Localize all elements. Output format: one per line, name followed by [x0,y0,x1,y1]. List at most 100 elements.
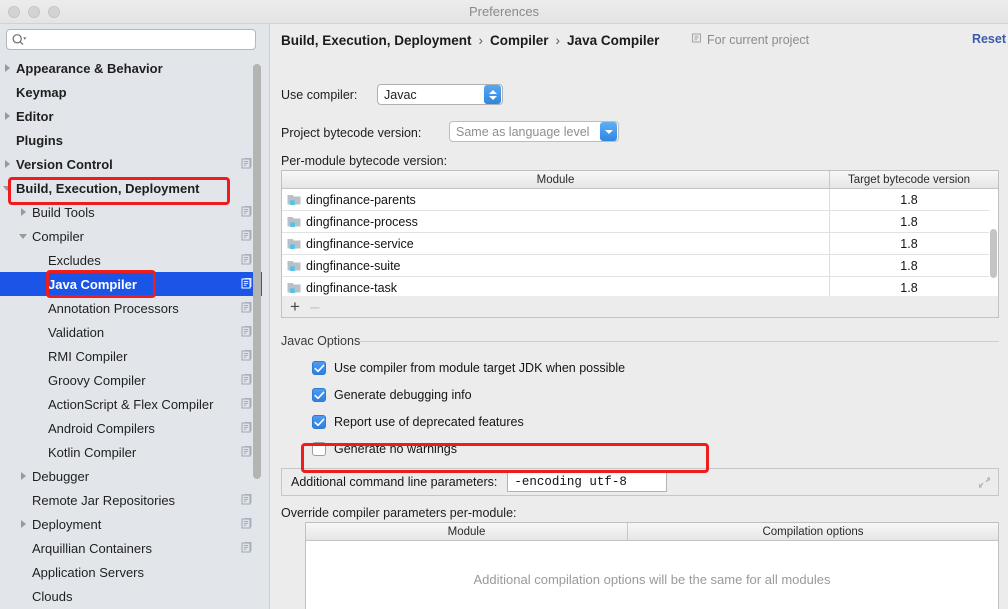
sidebar-item-excludes[interactable]: Excludes [0,248,262,272]
sidebar-item-label: Application Servers [32,564,144,580]
sidebar-item-label: Clouds [32,588,73,604]
target-bytecode-version-cell[interactable]: 1.8 [830,189,988,210]
sidebar-item-plugins[interactable]: Plugins [0,128,262,152]
use-compiler-value: Javac [384,87,417,102]
search-field-wrapper [6,29,256,50]
module-name: dingfinance-process [306,214,418,229]
module-cell: dingfinance-task [282,277,830,298]
module-table-toolbar: + – [281,296,999,318]
per-module-table-header: Module Target bytecode version [282,171,998,189]
sidebar-item-label: Compiler [32,228,85,244]
table-row[interactable]: dingfinance-process 1.8 [282,211,998,233]
module-cell: dingfinance-suite [282,255,830,276]
checkbox-unchecked-icon[interactable] [312,442,326,456]
column-header-target-bytecode-version[interactable]: Target bytecode version [830,171,988,188]
sidebar-item-build-tools[interactable]: Build Tools [0,200,262,224]
sidebar-item-groovy-compiler[interactable]: Groovy Compiler [0,368,262,392]
use-compiler-stepper-icon[interactable] [484,85,501,104]
expand-icon[interactable] [978,476,991,489]
chevron-right-icon[interactable] [17,470,29,482]
sidebar-item-annotation-processors[interactable]: Annotation Processors [0,296,262,320]
sidebar-item-editor[interactable]: Editor [0,104,262,128]
sidebar-item-clouds[interactable]: Clouds [0,584,262,608]
sidebar-item-java-compiler[interactable]: Java Compiler [0,272,262,296]
sidebar-item-label: Appearance & Behavior [16,60,163,76]
project-bytecode-value: Same as language level [456,124,590,139]
per-module-table-body: dingfinance-parents 1.8 dingfinance-proces… [282,189,998,299]
module-icon [287,237,301,250]
sidebar-item-rmi-compiler[interactable]: RMI Compiler [0,344,262,368]
use-compiler-dropdown[interactable]: Javac [377,84,503,105]
sidebar-item-version-control[interactable]: Version Control [0,152,262,176]
table-row[interactable]: dingfinance-suite 1.8 [282,255,998,277]
sidebar-item-label: Validation [48,324,105,340]
target-bytecode-version-cell[interactable]: 1.8 [830,255,988,276]
table-row[interactable]: dingfinance-parents 1.8 [282,189,998,211]
search-input[interactable] [27,31,247,48]
sidebar-item-deployment[interactable]: Deployment [0,512,262,536]
project-bytecode-chevron-down-icon[interactable] [600,122,617,141]
sidebar-item-compiler[interactable]: Compiler [0,224,262,248]
module-table-scrollbar[interactable] [989,189,998,296]
override-table-empty-text: Additional compilation options will be t… [473,571,831,587]
sidebar-item-keymap[interactable]: Keymap [0,80,262,104]
chevron-down-icon[interactable] [1,182,13,194]
chevron-right-icon[interactable] [17,206,29,218]
checkbox-row[interactable]: Report use of deprecated features [312,415,524,429]
sidebar-item-label: Editor [16,108,54,124]
sidebar-item-label: Build, Execution, Deployment [16,180,200,196]
additional-params-input[interactable] [507,472,668,492]
project-scope-indicator: For current project [691,32,809,47]
sidebar-item-validation[interactable]: Validation [0,320,262,344]
chevron-right-icon[interactable] [1,62,13,74]
additional-params-label: Additional command line parameters: [291,475,498,489]
chevron-down-icon[interactable] [17,230,29,242]
checkbox-row[interactable]: Generate debugging info [312,388,472,402]
target-bytecode-version-cell[interactable]: 1.8 [830,211,988,232]
chevron-right-icon[interactable] [1,110,13,122]
breadcrumb-crumb[interactable]: Compiler [490,33,549,48]
sidebar-item-label: Debugger [32,468,90,484]
search-box[interactable] [6,29,256,50]
module-table-scrollbar-thumb[interactable] [990,229,997,278]
sidebar-item-application-servers[interactable]: Application Servers [0,560,262,584]
sidebar-item-label: Version Control [16,156,113,172]
column-header-override-module[interactable]: Module [306,523,628,540]
checkbox-row[interactable]: Use compiler from module target JDK when… [312,361,625,375]
sidebar-item-actionscript-flex-compiler[interactable]: ActionScript & Flex Compiler [0,392,262,416]
sidebar-item-label: Build Tools [32,204,95,220]
sidebar-item-remote-jar-repositories[interactable]: Remote Jar Repositories [0,488,262,512]
chevron-right-icon[interactable] [17,518,29,530]
sidebar-item-label: Android Compilers [48,420,155,436]
checkbox-row[interactable]: Generate no warnings [312,442,457,456]
add-module-button[interactable]: + [290,298,300,315]
sidebar-item-kotlin-compiler[interactable]: Kotlin Compiler [0,440,262,464]
target-bytecode-version-cell[interactable]: 1.8 [830,233,988,254]
breadcrumb-crumb[interactable]: Java Compiler [567,33,659,48]
sidebar-item-label: Kotlin Compiler [48,444,137,460]
per-module-bytecode-label: Per-module bytecode version: [281,154,448,168]
checkbox-checked-icon[interactable] [312,388,326,402]
table-row[interactable]: dingfinance-service 1.8 [282,233,998,255]
project-scope-label: For current project [707,32,810,47]
column-header-compilation-options[interactable]: Compilation options [628,523,998,540]
sidebar-item-build-execution-deployment[interactable]: Build, Execution, Deployment [0,176,262,200]
sidebar-scrollbar-thumb[interactable] [253,64,261,479]
sidebar-scrollbar[interactable] [253,64,261,544]
sidebar-item-label: Keymap [16,84,67,100]
module-cell: dingfinance-process [282,211,830,232]
sidebar-item-debugger[interactable]: Debugger [0,464,262,488]
checkbox-checked-icon[interactable] [312,361,326,375]
window-title: Preferences [468,4,540,19]
project-bytecode-dropdown[interactable]: Same as language level [449,121,619,142]
checkbox-checked-icon[interactable] [312,415,326,429]
sidebar-item-label: Groovy Compiler [48,372,146,388]
sidebar-item-appearance-behavior[interactable]: Appearance & Behavior [0,56,262,80]
reset-link[interactable]: Reset [972,32,1006,46]
column-header-module[interactable]: Module [282,171,830,188]
chevron-right-icon[interactable] [1,158,13,170]
sidebar-item-arquillian-containers[interactable]: Arquillian Containers [0,536,262,560]
sidebar-item-android-compilers[interactable]: Android Compilers [0,416,262,440]
target-bytecode-version-cell[interactable]: 1.8 [830,277,988,298]
breadcrumb-crumb[interactable]: Build, Execution, Deployment [281,33,472,48]
